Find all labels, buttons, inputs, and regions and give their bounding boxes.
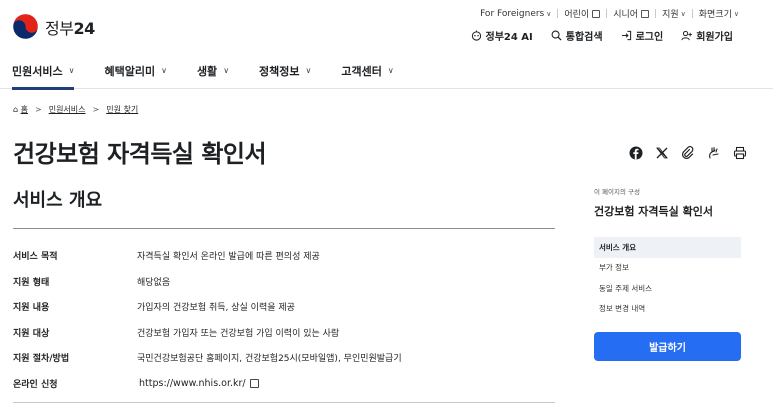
chevron-down-icon: ∨ (387, 66, 394, 75)
toc-item-related-services[interactable]: 동일 주제 서비스 (594, 278, 741, 299)
service-overview-table: 서비스 목적 자격득실 확인서 온라인 발급에 따른 편의성 제공 지원 형태 해당… (13, 243, 555, 396)
facebook-icon (629, 146, 642, 159)
breadcrumb: ⌂ 홈 > 민원서비스 > 민원 찾기 (13, 104, 138, 115)
chevron-down-icon: ∨ (546, 9, 552, 18)
divider (13, 228, 555, 229)
breadcrumb-find-services[interactable]: 민원 찾기 (106, 104, 138, 115)
print-button[interactable] (732, 145, 747, 160)
chevron-down-icon: ∨ (733, 9, 739, 18)
nav-customer-center[interactable]: 고객센터 ∨ (341, 52, 393, 89)
senior-link[interactable]: 시니어 (613, 7, 650, 20)
page-toc: 이 페이지의 구성 건강보험 자격득실 확인서 서비스 개요 부가 정보 동일 … (594, 186, 741, 319)
ai-bot-icon (471, 30, 481, 41)
external-link-icon (249, 378, 259, 388)
children-link[interactable]: 어린이 (564, 7, 601, 20)
table-row: 서비스 목적 자격득실 확인서 온라인 발급에 따른 편의성 제공 (13, 252, 320, 263)
sign-language-icon (708, 146, 719, 159)
facebook-share-button[interactable] (628, 145, 643, 160)
toc-item-overview[interactable]: 서비스 개요 (594, 237, 741, 258)
nhis-website-link[interactable]: https://www.nhis.or.kr/ (137, 378, 259, 389)
table-row: 지원 절차/방법 국민건강보험공단 홈페이지, 건강보험25시(모바일앱), 무인… (13, 354, 402, 365)
for-foreigners-link[interactable]: For Foreigners ∨ (480, 9, 551, 19)
support-menu[interactable]: 지원 ∨ (662, 7, 686, 21)
toc-title: 건강보험 자격득실 확인서 (594, 205, 713, 218)
utility-links: For Foreigners ∨ 어린이 시니어 지원 ∨ 화면크기 ∨ (480, 7, 739, 21)
share-toolbar (628, 145, 747, 160)
chevron-down-icon: ∨ (161, 66, 167, 75)
nav-benefit-alerts[interactable]: 혜택알리미 ∨ (104, 52, 166, 89)
chevron-down-icon: ∨ (305, 66, 312, 75)
taegeuk-logo-icon (12, 13, 39, 40)
integrated-search-button[interactable]: 통합검색 (551, 28, 603, 43)
divider (13, 402, 555, 403)
signup-button[interactable]: 회원가입 (681, 28, 733, 43)
x-twitter-icon (655, 147, 668, 158)
chevron-down-icon: ∨ (680, 9, 686, 18)
section-title: 서비스 개요 (13, 190, 103, 211)
sign-language-button[interactable] (706, 145, 721, 160)
print-icon (733, 146, 746, 159)
chevron-down-icon: ∨ (223, 66, 230, 75)
login-icon (621, 30, 631, 41)
table-row: 지원 내용 가입자의 건강보험 취득, 상실 이력을 제공 (13, 303, 295, 314)
user-plus-icon (681, 30, 693, 41)
home-icon: ⌂ (13, 105, 19, 114)
site-logo[interactable]: 정부24 (12, 13, 95, 40)
copy-link-button[interactable] (680, 145, 695, 160)
issue-button[interactable]: 발급하기 (594, 332, 741, 361)
nav-policy-info[interactable]: 정책정보 ∨ (259, 52, 311, 89)
link-icon (681, 145, 693, 159)
table-row: 온라인 신청 https://www.nhis.or.kr/ (13, 371, 555, 397)
nav-civil-services[interactable]: 민원서비스 ∨ (12, 52, 75, 90)
quick-links: 정부24 AI 통합검색 로그인 회원가입 (471, 28, 733, 43)
page-title: 건강보험 자격득실 확인서 (13, 140, 267, 168)
main-navigation: 민원서비스 ∨ 혜택알리미 ∨ 생활 ∨ 정책정보 ∨ 고객센터 ∨ (0, 52, 773, 90)
external-link-icon (641, 9, 650, 18)
chevron-right-icon: > (92, 105, 100, 114)
breadcrumb-home[interactable]: ⌂ 홈 (13, 104, 28, 115)
table-row: 지원 대상 건강보험 가입자 또는 건강보험 가입 이력이 있는 사람 (13, 328, 340, 339)
search-icon (551, 30, 562, 41)
toc-item-change-history[interactable]: 정보 변경 내역 (594, 299, 741, 320)
gov24-ai-button[interactable]: 정부24 AI (471, 28, 533, 43)
login-button[interactable]: 로그인 (621, 28, 663, 43)
nav-life[interactable]: 생활 ∨ (197, 52, 229, 89)
chevron-down-icon: ∨ (68, 66, 75, 75)
toc-item-additional-info[interactable]: 부가 정보 (594, 258, 741, 279)
chevron-right-icon: > (35, 105, 42, 114)
logo-text: 정부24 (45, 18, 95, 38)
screen-size-menu[interactable]: 화면크기 ∨ (699, 7, 739, 21)
table-row: 지원 형태 해당없음 (13, 277, 171, 288)
external-link-icon (592, 9, 601, 18)
x-share-button[interactable] (654, 145, 669, 160)
breadcrumb-civil-services[interactable]: 민원서비스 (49, 104, 86, 115)
site-header: 정부24 For Foreigners ∨ 어린이 시니어 지원 ∨ 화면크기 ∨ 정… (0, 0, 773, 52)
